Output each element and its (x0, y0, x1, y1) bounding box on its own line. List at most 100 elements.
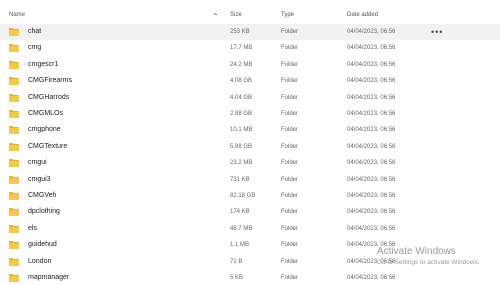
folder-date-added: 04/04/2023, 06:56 (347, 275, 396, 281)
folder-name: London (28, 257, 52, 265)
column-header-date-added[interactable]: Date added (347, 12, 378, 18)
folder-type: Folder (281, 45, 299, 52)
folder-type: Folder (281, 127, 299, 134)
folder-name: mapmanager (28, 274, 70, 281)
table-row[interactable]: cmgui 23.2 MB Folder 04/04/2023, 06:56 (0, 155, 500, 171)
folder-icon (9, 159, 19, 168)
folder-type: Folder (281, 225, 299, 232)
table-row[interactable]: cmgescr1 24.2 MB Folder 04/04/2023, 06:56 (0, 57, 500, 73)
folder-type: Folder (281, 258, 299, 265)
folder-size: 23.2 MB (230, 160, 253, 167)
folder-date-added: 04/04/2023, 06:56 (347, 176, 396, 183)
folder-size: 253 KB (230, 29, 250, 35)
folder-type: Folder (281, 209, 299, 216)
folder-size: 17.7 MB (230, 45, 253, 52)
folder-date-added: 04/04/2023, 06:56 (347, 61, 396, 68)
folder-name: dpclothing (28, 208, 60, 216)
table-row[interactable]: els 48.7 MB Folder 04/04/2023, 06:56 (0, 221, 500, 237)
table-row[interactable]: CMGVeh 82.18 GB Folder 04/04/2023, 06:56 (0, 188, 500, 204)
folder-size: 174 KB (230, 209, 250, 216)
folder-icon (9, 274, 19, 282)
folder-name: guidehud (28, 241, 57, 249)
folder-name: els (28, 224, 37, 232)
folder-type: Folder (281, 94, 299, 101)
folder-name: CMGVeh (28, 192, 57, 199)
folder-size: 10.1 MB (230, 127, 253, 134)
folder-type: Folder (281, 242, 299, 249)
folder-size: 24.2 MB (230, 61, 253, 68)
folder-size: 4.04 GB (230, 94, 253, 101)
folder-icon (9, 241, 19, 250)
folder-name: cmgui3 (28, 175, 51, 183)
folder-name: CMGFirearms (28, 77, 72, 85)
folder-date-added: 04/04/2023, 06:56 (347, 45, 396, 52)
folder-size: 731 KB (230, 176, 250, 183)
folder-type: Folder (281, 78, 299, 85)
table-row[interactable]: CMGMLOs 2.88 GB Folder 04/04/2023, 06:56 (0, 106, 500, 122)
folder-type: Folder (281, 111, 299, 117)
folder-icon (9, 192, 19, 200)
folder-icon (9, 142, 19, 151)
folder-date-added: 04/04/2023, 06:56 (347, 78, 396, 85)
folder-size: 82.18 GB (230, 193, 256, 199)
folder-name: cmgphone (28, 126, 61, 134)
folder-date-added: 04/04/2023, 06:56 (347, 225, 396, 232)
folder-icon (9, 208, 19, 217)
folder-size: 5.88 GB (230, 143, 253, 150)
folder-icon (9, 60, 19, 69)
watermark-subtitle: Go to Settings to activate Windows. (377, 259, 480, 266)
folder-icon (9, 93, 19, 102)
column-header-name[interactable]: Name (9, 12, 25, 18)
folder-name: CMGTexture (28, 142, 68, 150)
column-header-size[interactable]: Size (230, 12, 242, 18)
table-row[interactable]: cmgui3 731 KB Folder 04/04/2023, 06:56 (0, 172, 500, 188)
column-header-row: Name ⌃ Size Type Date added (0, 9, 500, 23)
folder-icon (9, 126, 19, 135)
table-row[interactable]: cmg 17.7 MB Folder 04/04/2023, 06:56 (0, 40, 500, 56)
folder-date-added: 04/04/2023, 06:56 (347, 160, 396, 167)
folder-type: Folder (281, 143, 299, 150)
table-row[interactable]: dpclothing 174 KB Folder 04/04/2023, 06:56 (0, 204, 500, 220)
watermark-title: Activate Windows (377, 246, 456, 257)
folder-icon (9, 257, 19, 266)
folder-date-added: 04/04/2023, 06:56 (347, 94, 396, 101)
folder-date-added: 04/04/2023, 06:56 (347, 127, 396, 134)
folder-size: 2.88 GB (230, 111, 253, 117)
table-row[interactable]: chat 253 KB Folder 04/04/2023, 06:56 ••• (0, 24, 500, 40)
folder-name: CMGMLOs (28, 110, 63, 117)
folder-size: 1.1 MB (230, 242, 250, 249)
folder-type: Folder (281, 275, 299, 281)
folder-icon (9, 44, 19, 53)
folder-date-added: 04/04/2023, 06:56 (347, 111, 396, 117)
column-header-type[interactable]: Type (281, 12, 294, 18)
table-row[interactable]: CMGHarrods 4.04 GB Folder 04/04/2023, 06:56 (0, 90, 500, 106)
folder-size: 48.7 MB (230, 225, 253, 232)
folder-date-added: 04/04/2023, 06:56 (347, 143, 396, 150)
table-row[interactable]: CMGTexture 5.88 GB Folder 04/04/2023, 06:56 (0, 139, 500, 155)
folder-name: cmgui (28, 159, 47, 167)
folder-date-added: 04/04/2023, 06:56 (347, 29, 396, 35)
folder-type: Folder (281, 61, 299, 68)
folder-icon (9, 77, 19, 86)
folder-date-added: 04/04/2023, 06:56 (347, 209, 396, 216)
folder-icon (9, 175, 19, 184)
activate-windows-watermark: Activate Windows Go to Settings to activ… (377, 246, 480, 267)
folder-name: CMGHarrods (28, 93, 70, 101)
folder-size: 4.08 GB (230, 78, 253, 85)
folder-name: chat (28, 28, 42, 35)
folder-type: Folder (281, 160, 299, 167)
folder-size: 5 KB (230, 275, 244, 281)
folder-name: cmgescr1 (28, 60, 59, 68)
more-options-icon[interactable]: ••• (431, 24, 443, 40)
folder-type: Folder (281, 176, 299, 183)
folder-date-added: 04/04/2023, 06:56 (347, 193, 396, 199)
folder-size: 71 B (230, 258, 243, 265)
table-row[interactable]: CMGFirearms 4.08 GB Folder 04/04/2023, 06:5… (0, 73, 500, 89)
sort-arrow-up-icon[interactable]: ⌃ (212, 12, 219, 21)
folder-icon (9, 224, 19, 233)
file-list: Name ⌃ Size Type Date added chat 253 KB Fo… (0, 0, 500, 285)
table-row[interactable]: cmgphone 10.1 MB Folder 04/04/2023, 06:56 (0, 122, 500, 138)
table-row[interactable]: mapmanager 5 KB Folder 04/04/2023, 06:56 (0, 270, 500, 285)
folder-icon (9, 110, 19, 118)
folder-type: Folder (281, 29, 299, 35)
